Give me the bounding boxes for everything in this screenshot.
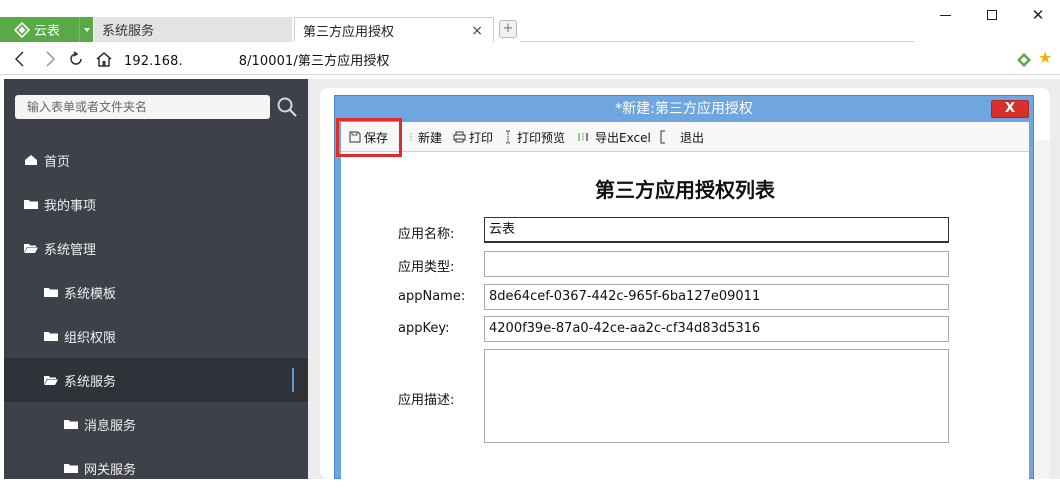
exit-button[interactable]: 退出	[659, 128, 704, 146]
app-type-label: 应用类型:	[398, 260, 455, 275]
sidebar-item-label: 系统服务	[64, 374, 117, 390]
folder-open-icon	[44, 376, 58, 385]
tab-label: 第三方应用授权	[303, 24, 395, 40]
extension-icon[interactable]	[1016, 52, 1032, 68]
save-highlight-box	[336, 118, 402, 157]
appname-label: appName:	[398, 289, 466, 304]
folder-icon	[24, 200, 38, 209]
sidebar-item-system-service[interactable]: 系统服务	[4, 358, 308, 402]
minimize-icon	[939, 14, 951, 16]
dialog-toolbar: 保存 新建 打印 打印预览 导出Excel 退出	[341, 122, 1029, 152]
sidebar: 输入表单或者文件夹名 首页 我的事项 系统管理 系统模板 组织权限 系统服务 消…	[4, 79, 308, 479]
sidebar-item-home[interactable]: 首页	[4, 138, 308, 182]
dialog-body: 保存 新建 打印 打印预览 导出Excel 退出 第三方应用授权列表 应用名称:…	[341, 122, 1029, 480]
sidebar-item-label: 系统管理	[44, 242, 97, 258]
app-desc-label: 应用描述:	[398, 393, 455, 408]
app-logo-icon	[14, 21, 30, 38]
new-icon	[410, 133, 412, 141]
form-title: 第三方应用授权列表	[595, 178, 775, 202]
forward-arrow-icon	[46, 51, 56, 67]
sidebar-item-label: 我的事项	[44, 198, 97, 214]
sidebar-item-system-template[interactable]: 系统模板	[4, 270, 308, 314]
app-name-input[interactable]: 云表	[484, 217, 949, 243]
excel-icon	[578, 133, 588, 141]
print-icon	[453, 131, 466, 143]
sidebar-item-label: 消息服务	[84, 418, 137, 434]
tab-label: 系统服务	[102, 24, 155, 39]
tab-system-service[interactable]: 系统服务	[94, 17, 292, 42]
sidebar-item-gateway-service[interactable]: 网关服务	[4, 446, 308, 490]
active-marker	[292, 368, 294, 392]
forward-button[interactable]	[40, 49, 60, 69]
new-label: 新建	[418, 130, 443, 145]
sidebar-item-my-tasks[interactable]: 我的事项	[4, 182, 308, 226]
home-icon	[25, 155, 37, 165]
bookmark-star-icon[interactable]: ★	[1038, 50, 1052, 66]
print-preview-button[interactable]: 打印预览	[504, 128, 565, 146]
back-arrow-icon	[14, 51, 24, 67]
tab-third-party-auth[interactable]: 第三方应用授权 ×	[294, 17, 494, 42]
sidebar-item-system-management[interactable]: 系统管理	[4, 226, 308, 270]
dialog-close-button[interactable]: X	[991, 100, 1029, 118]
url-field[interactable]: 192.168. 8/10001/第三方应用授权	[124, 50, 390, 69]
sidebar-item-org-permission[interactable]: 组织权限	[4, 314, 308, 358]
app-tab-label: 云表	[34, 24, 61, 39]
reload-icon	[70, 51, 82, 65]
app-tab[interactable]: 云表	[0, 17, 93, 42]
new-button[interactable]: 新建	[409, 128, 442, 146]
dialog-title: *新建:第三方应用授权	[615, 101, 753, 117]
exit-icon	[660, 130, 665, 144]
print-preview-icon	[506, 130, 510, 144]
sidebar-item-label: 组织权限	[64, 330, 117, 346]
close-icon: ✕	[1031, 6, 1045, 24]
edit-dialog: *新建:第三方应用授权 X 保存 新建 打印 打印预览 导出Excel 退出 第…	[334, 95, 1034, 480]
app-menu-dropdown[interactable]	[79, 17, 93, 42]
window-minimize-button[interactable]	[925, 4, 965, 26]
print-button[interactable]: 打印	[453, 128, 493, 146]
home-icon	[96, 51, 112, 67]
folder-icon	[64, 464, 78, 473]
tab-close-icon[interactable]: ×	[471, 23, 483, 39]
sidebar-item-label: 系统模板	[64, 286, 117, 302]
reload-button[interactable]	[66, 49, 86, 69]
sidebar-item-message-service[interactable]: 消息服务	[4, 402, 308, 446]
print-label: 打印	[469, 130, 494, 145]
back-button[interactable]	[10, 49, 30, 69]
app-name-label: 应用名称:	[398, 227, 455, 242]
home-button[interactable]	[94, 49, 114, 69]
address-bar: 192.168. 8/10001/第三方应用授权 ★	[0, 42, 1060, 75]
print-preview-label: 打印预览	[517, 130, 566, 145]
appkey-label: appKey:	[398, 321, 450, 336]
url-host: 192.168.	[124, 54, 183, 69]
window-maximize-button[interactable]	[972, 4, 1012, 26]
search-icon	[277, 97, 297, 117]
exit-label: 退出	[680, 130, 705, 145]
appname-input[interactable]: 8de64cef-0367-442c-965f-6ba127e09011	[484, 284, 949, 310]
browser-titlebar: 云表 系统服务 第三方应用授权 × + ✕	[0, 0, 1060, 42]
app-type-input[interactable]	[484, 251, 949, 277]
new-tab-button[interactable]: +	[499, 20, 517, 38]
appkey-input[interactable]: 4200f39e-87a0-42ce-aa2c-cf34d83d5316	[484, 316, 949, 342]
search-button[interactable]	[276, 96, 298, 118]
chevron-down-icon	[83, 27, 90, 32]
folder-icon	[44, 332, 58, 341]
sidebar-item-label: 首页	[44, 154, 71, 170]
folder-icon	[44, 288, 58, 297]
export-excel-button[interactable]: 导出Excel	[578, 128, 651, 146]
export-excel-label: 导出Excel	[595, 130, 651, 145]
url-path: 8/10001/第三方应用授权	[238, 54, 390, 69]
app-desc-textarea[interactable]	[484, 349, 949, 443]
sidebar-item-label: 网关服务	[84, 462, 137, 478]
window-close-button[interactable]: ✕	[1018, 4, 1058, 26]
maximize-icon	[987, 10, 997, 20]
folder-open-icon	[24, 244, 38, 253]
folder-icon	[64, 420, 78, 429]
sidebar-search-input[interactable]: 输入表单或者文件夹名	[15, 95, 270, 119]
